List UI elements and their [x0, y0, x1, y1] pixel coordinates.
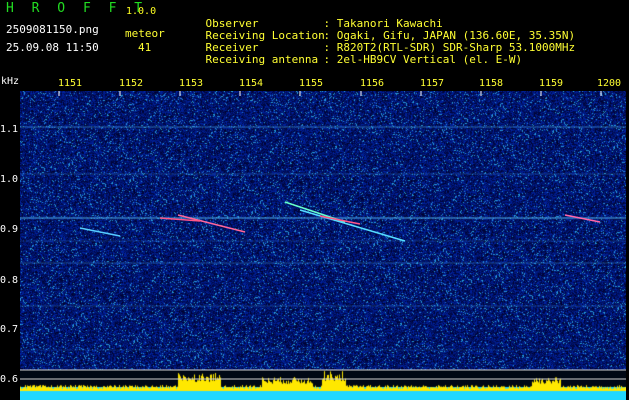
meteor-echo: [299, 209, 406, 242]
hrofft-window: H R O F F T 1.0.0 2509081150.png meteor …: [0, 0, 629, 400]
axis-tickmarks: [58, 91, 602, 96]
meteor-echo: [177, 214, 246, 233]
meteor-echoes: [79, 201, 601, 242]
spectrogram-overlay: [20, 91, 626, 380]
meteor-echo: [319, 215, 361, 225]
meteor-echo: [79, 227, 121, 237]
meteor-echo: [564, 214, 601, 223]
